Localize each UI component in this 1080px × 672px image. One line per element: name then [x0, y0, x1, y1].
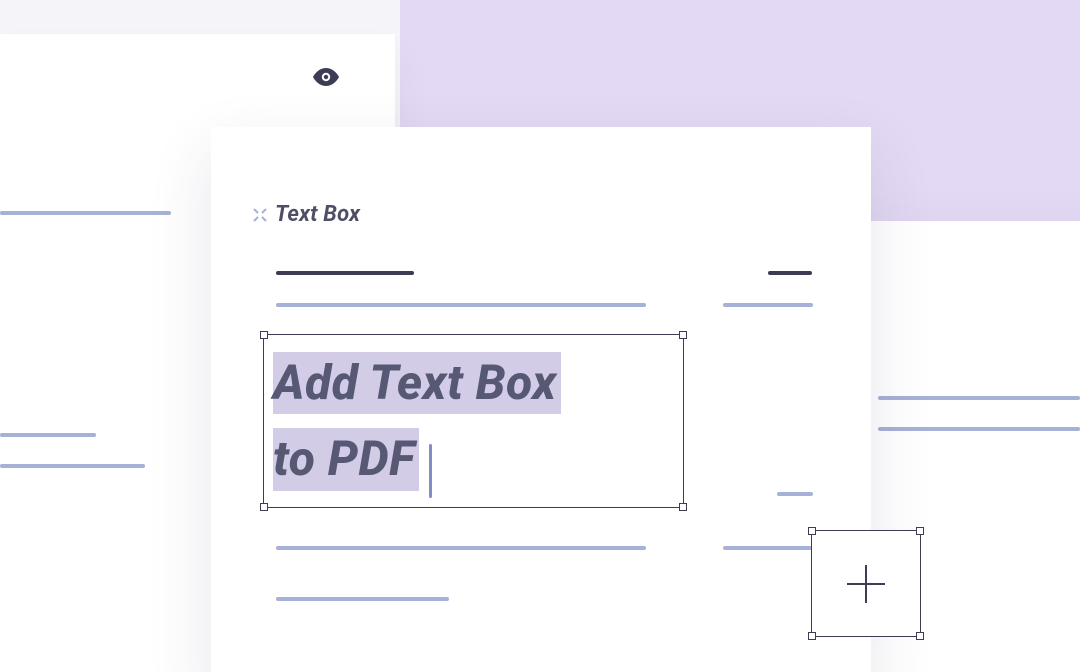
resize-handle-tl[interactable] [808, 527, 816, 535]
content-line [0, 464, 145, 468]
resize-handle-tr[interactable] [679, 331, 687, 339]
canvas: Text Box Add Text Boxto PDF [0, 0, 1080, 672]
resize-handle-br[interactable] [916, 632, 924, 640]
content-line [276, 303, 646, 307]
eye-icon [313, 68, 339, 90]
content-line [878, 396, 1080, 400]
resize-handle-bl[interactable] [260, 503, 268, 511]
resize-handle-br[interactable] [679, 503, 687, 511]
content-line [878, 427, 1080, 431]
content-line [0, 211, 171, 215]
crosshair-icon [252, 207, 268, 223]
content-line [777, 492, 813, 496]
content-line [276, 546, 646, 550]
content-line [276, 271, 414, 275]
content-line [723, 303, 813, 307]
plus-icon [841, 559, 891, 609]
content-line [723, 546, 813, 550]
text-box-label: Text Box [275, 202, 360, 227]
resize-handle-tr[interactable] [916, 527, 924, 535]
resize-handle-tl[interactable] [260, 331, 268, 339]
add-text-box-button[interactable] [811, 530, 921, 637]
selection-frame[interactable] [263, 334, 684, 508]
content-line [768, 271, 812, 275]
content-line [276, 597, 449, 601]
resize-handle-bl[interactable] [808, 632, 816, 640]
content-line [0, 433, 96, 437]
